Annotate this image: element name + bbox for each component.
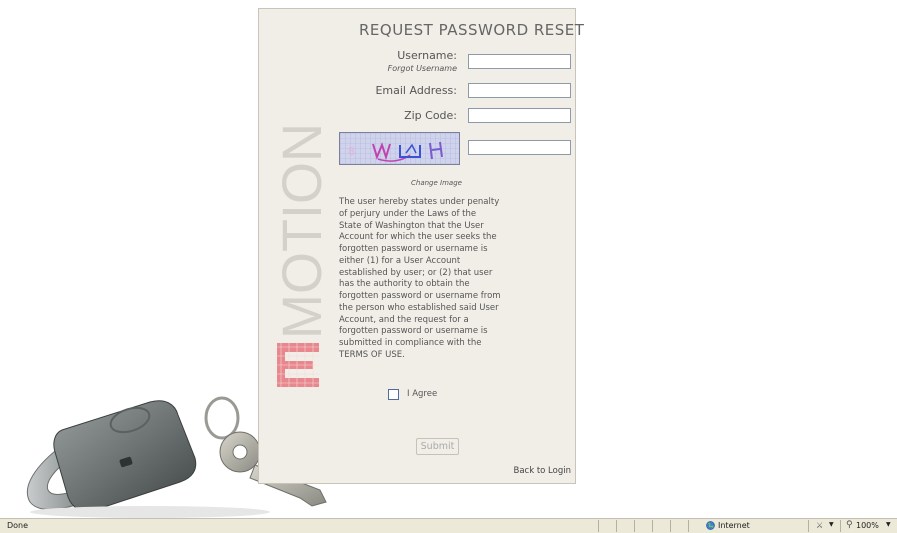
status-divider xyxy=(688,520,689,532)
status-bar: Done Internet ⚔ ▼ ⚲ 100% ▼ xyxy=(0,518,897,533)
status-divider xyxy=(840,520,841,532)
globe-icon xyxy=(706,521,715,530)
chevron-down-icon[interactable]: ▼ xyxy=(886,521,891,528)
zip-label: Zip Code: xyxy=(404,109,457,122)
email-label: Email Address: xyxy=(375,84,457,97)
captcha-input[interactable] xyxy=(468,140,571,155)
magnifier-icon[interactable]: ⚲ xyxy=(846,520,853,530)
agree-label: I Agree xyxy=(407,389,438,399)
agree-checkbox[interactable] xyxy=(388,389,399,400)
status-divider xyxy=(808,520,809,532)
page-title: REQUEST PASSWORD RESET xyxy=(359,21,585,39)
email-input[interactable] xyxy=(468,83,571,98)
svg-text:8: 8 xyxy=(348,145,355,158)
username-label: Username: xyxy=(397,49,457,62)
status-divider xyxy=(634,520,635,532)
zip-input[interactable] xyxy=(468,108,571,123)
svg-text:MOTION: MOTION xyxy=(275,123,327,339)
status-divider xyxy=(670,520,671,532)
status-divider xyxy=(652,520,653,532)
protected-mode-icon[interactable]: ⚔ xyxy=(816,521,823,530)
password-reset-panel: MOTION REQUEST PASSWORD RESET Username: … xyxy=(258,8,585,484)
forgot-username-link[interactable]: Forgot Username xyxy=(388,64,457,73)
captcha-image: 8 xyxy=(339,132,460,165)
submit-button[interactable]: Submit xyxy=(416,438,459,455)
terms-statement: The user hereby states under penalty of … xyxy=(339,197,501,360)
username-input[interactable] xyxy=(468,54,571,69)
emotion-logo: MOTION xyxy=(275,123,327,387)
change-image-link[interactable]: Change Image xyxy=(411,179,462,187)
zoom-level[interactable]: 100% xyxy=(856,521,879,530)
chevron-down-icon[interactable]: ▼ xyxy=(829,521,834,528)
status-divider xyxy=(598,520,599,532)
back-to-login-link[interactable]: Back to Login xyxy=(513,466,571,476)
security-zone: Internet xyxy=(718,521,750,530)
status-text: Done xyxy=(7,521,29,530)
status-divider xyxy=(616,520,617,532)
